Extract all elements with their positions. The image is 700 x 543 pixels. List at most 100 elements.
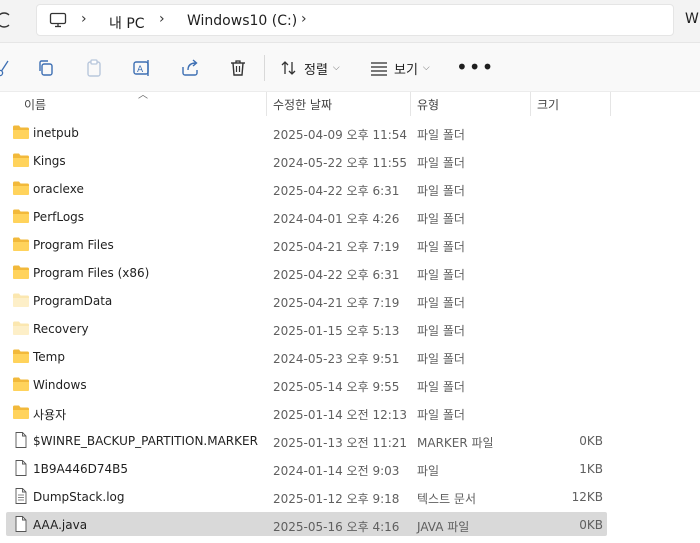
view-label: 보기 <box>394 62 418 78</box>
file-type: 파일 폴더 <box>417 184 465 198</box>
chevron-down-icon: ⌵ <box>422 63 430 73</box>
folder-icon <box>12 376 30 392</box>
file-row[interactable]: PerfLogs 2024-04-01 오후 4:26 파일 폴더 <box>0 204 700 232</box>
file-row[interactable]: Recovery 2025-01-15 오후 5:13 파일 폴더 <box>0 316 700 344</box>
view-list-icon <box>371 62 387 76</box>
paste-icon[interactable] <box>84 58 104 78</box>
column-header-type[interactable]: 유형 <box>417 96 439 122</box>
search-box-peek[interactable]: W <box>685 11 699 27</box>
file-explorer-window: › 내 PC › Windows10 (C:) › W A 정렬 ⌵ 보기 ⌵ … <box>0 0 700 543</box>
file-row[interactable]: DumpStack.log 2025-01-12 오후 9:18 텍스트 문서 … <box>0 484 700 512</box>
address-bar-row: › 내 PC › Windows10 (C:) › W <box>0 0 700 43</box>
file-type: 파일 폴더 <box>417 380 465 394</box>
sort-icon <box>281 61 296 75</box>
folder-icon <box>12 292 30 308</box>
file-name: 사용자 <box>33 408 67 422</box>
breadcrumb-drive-c[interactable]: Windows10 (C:) <box>187 13 297 29</box>
file-type: 파일 폴더 <box>417 240 465 254</box>
column-header-date[interactable]: 수정한 날짜 <box>273 96 332 122</box>
file-type: 파일 폴더 <box>417 408 465 422</box>
file-row[interactable]: 사용자 2025-01-14 오전 12:13 파일 폴더 <box>0 400 700 428</box>
file-name: Kings <box>33 154 66 168</box>
file-row[interactable]: $WINRE_BACKUP_PARTITION.MARKER 2025-01-1… <box>0 428 700 456</box>
copy-icon[interactable] <box>36 58 56 78</box>
file-row[interactable]: inetpub 2025-04-09 오후 11:54 파일 폴더 <box>0 120 700 148</box>
this-pc-icon <box>49 12 67 28</box>
file-name: oraclexe <box>33 182 84 196</box>
chevron-right-icon[interactable]: › <box>159 11 165 27</box>
address-bar[interactable]: › 내 PC › Windows10 (C:) › <box>36 4 674 36</box>
file-size: 0KB <box>579 518 603 532</box>
file-row[interactable]: 1B9A446D74B5 2024-01-14 오전 9:03 파일 1KB <box>0 456 700 484</box>
file-date: 2025-01-15 오후 5:13 <box>273 324 400 338</box>
file-date: 2024-05-22 오후 11:55 <box>273 156 408 170</box>
file-type: 텍스트 문서 <box>417 492 477 506</box>
file-row[interactable]: Program Files 2025-04-21 오후 7:19 파일 폴더 <box>0 232 700 260</box>
file-row[interactable]: oraclexe 2025-04-22 오후 6:31 파일 폴더 <box>0 176 700 204</box>
cut-icon[interactable] <box>0 58 12 78</box>
column-separator[interactable] <box>530 92 531 116</box>
file-type: JAVA 파일 <box>417 520 470 534</box>
file-type: 파일 폴더 <box>417 324 465 338</box>
column-separator[interactable] <box>410 92 411 116</box>
file-date: 2025-04-21 오후 7:19 <box>273 240 400 254</box>
more-options-icon[interactable]: ••• <box>456 57 494 77</box>
file-row[interactable]: Temp 2024-05-23 오후 9:51 파일 폴더 <box>0 344 700 372</box>
folder-icon <box>12 208 30 224</box>
file-row[interactable]: Windows 2025-05-14 오후 9:55 파일 폴더 <box>0 372 700 400</box>
file-name: Windows <box>33 378 87 392</box>
file-type: 파일 폴더 <box>417 156 465 170</box>
file-name: $WINRE_BACKUP_PARTITION.MARKER <box>33 434 258 448</box>
file-type: 파일 폴더 <box>417 296 465 310</box>
file-date: 2025-04-22 오후 6:31 <box>273 184 400 198</box>
file-size: 0KB <box>579 434 603 448</box>
rename-icon[interactable]: A <box>132 58 152 78</box>
share-icon[interactable] <box>180 58 200 78</box>
file-name: Program Files <box>33 238 114 252</box>
delete-icon[interactable] <box>228 58 248 78</box>
file-name: 1B9A446D74B5 <box>33 462 128 476</box>
view-button[interactable]: 보기 ⌵ <box>370 57 430 79</box>
file-type: 파일 폴더 <box>417 352 465 366</box>
file-type: 파일 폴더 <box>417 128 465 142</box>
column-header-size[interactable]: 크기 <box>537 96 559 122</box>
file-icon <box>12 516 30 532</box>
file-row[interactable]: AAA.java 2025-05-16 오후 4:16 JAVA 파일 0KB <box>0 512 700 540</box>
folder-icon <box>12 124 30 140</box>
file-date: 2025-04-09 오후 11:54 <box>273 128 408 142</box>
command-bar: A 정렬 ⌵ 보기 ⌵ ••• <box>0 43 700 92</box>
file-size: 12KB <box>571 490 603 504</box>
folder-icon <box>12 236 30 252</box>
file-name: inetpub <box>33 126 79 140</box>
svg-text:A: A <box>137 65 144 75</box>
file-type: 파일 폴더 <box>417 268 465 282</box>
chevron-right-icon[interactable]: › <box>81 11 87 27</box>
folder-icon <box>12 320 30 336</box>
file-row[interactable]: Kings 2024-05-22 오후 11:55 파일 폴더 <box>0 148 700 176</box>
file-name: DumpStack.log <box>33 490 125 504</box>
file-date: 2024-04-01 오후 4:26 <box>273 212 400 226</box>
column-separator[interactable] <box>266 92 267 116</box>
file-icon <box>12 432 30 448</box>
file-row[interactable]: ProgramData 2025-04-21 오후 7:19 파일 폴더 <box>0 288 700 316</box>
file-name: Temp <box>33 350 65 364</box>
column-header-name[interactable]: 이름 <box>24 96 46 122</box>
folder-icon <box>12 264 30 280</box>
file-row[interactable]: Program Files (x86) 2025-04-22 오후 6:31 파… <box>0 260 700 288</box>
breadcrumb-this-pc[interactable]: 내 PC <box>109 13 145 33</box>
chevron-right-icon[interactable]: › <box>301 11 307 27</box>
refresh-icon[interactable] <box>0 9 14 31</box>
column-separator[interactable] <box>610 92 611 116</box>
file-icon <box>12 460 30 476</box>
file-name: Recovery <box>33 322 89 336</box>
folder-icon <box>12 180 30 196</box>
file-date: 2025-05-16 오후 4:16 <box>273 520 400 534</box>
file-list: inetpub 2025-04-09 오후 11:54 파일 폴더 Kings … <box>0 120 700 540</box>
file-date: 2025-04-21 오후 7:19 <box>273 296 400 310</box>
sort-button[interactable]: 정렬 ⌵ <box>280 57 340 79</box>
file-date: 2024-05-23 오후 9:51 <box>273 352 400 366</box>
file-date: 2024-01-14 오전 9:03 <box>273 464 400 478</box>
file-date: 2025-04-22 오후 6:31 <box>273 268 400 282</box>
toolbar-divider <box>264 55 265 81</box>
text-file-icon <box>12 488 30 504</box>
